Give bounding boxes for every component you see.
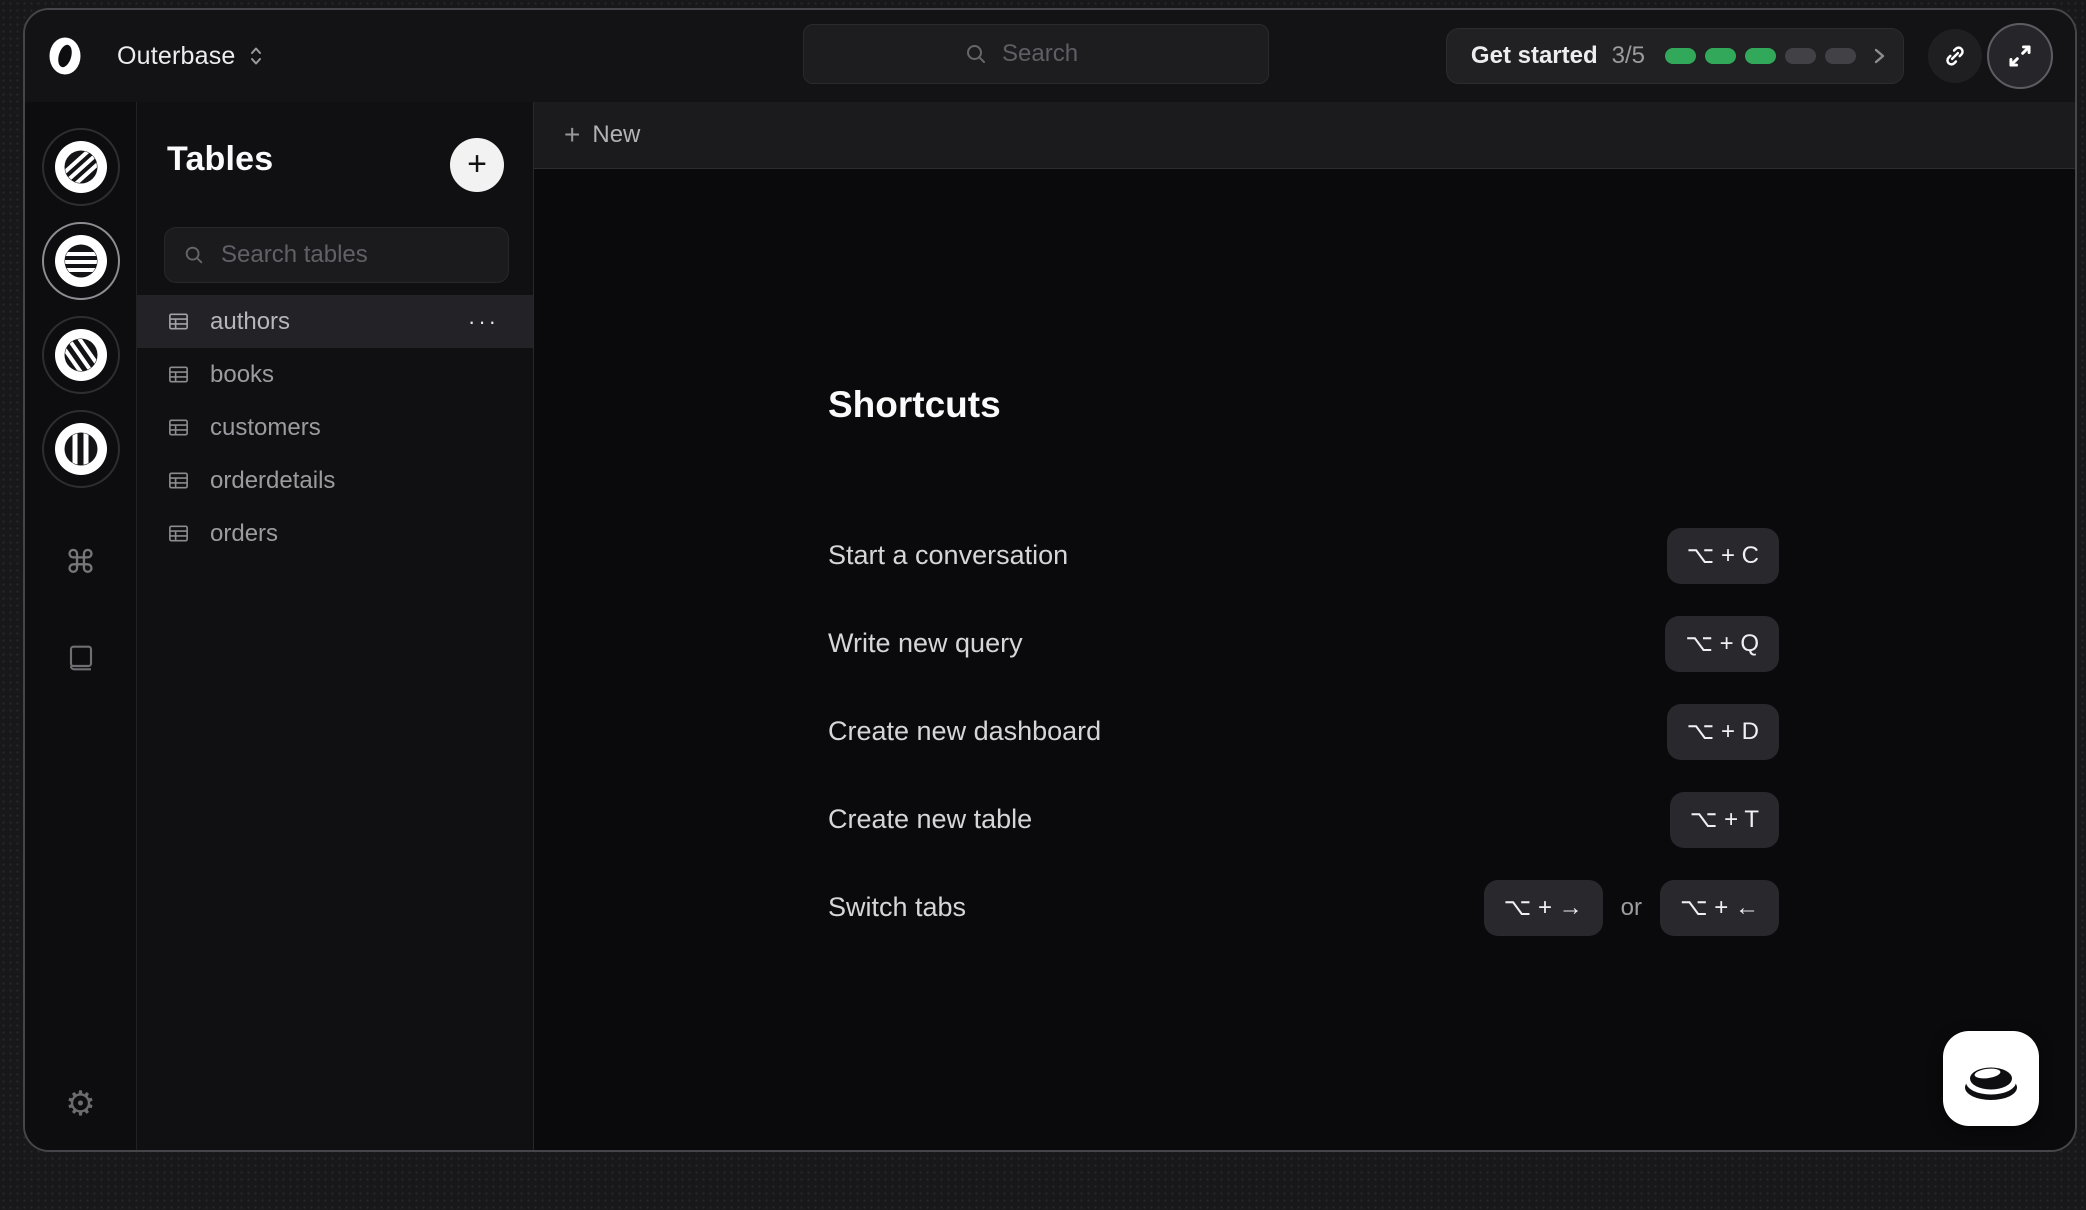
chevron-right-icon	[1872, 45, 1887, 67]
shortcut-row: Create new dashboard ⌥ + D	[828, 703, 1779, 760]
main-area: + New Shortcuts Start a conversation ⌥ +…	[534, 102, 2075, 1150]
get-started-progress-count: 3/5	[1612, 42, 1645, 70]
plus-icon: +	[564, 121, 580, 149]
outerbase-logo-icon	[49, 37, 81, 75]
global-search-input[interactable]	[1000, 39, 1108, 69]
progress-pill	[1785, 48, 1816, 64]
progress-pill	[1665, 48, 1696, 64]
global-search[interactable]	[803, 24, 1269, 84]
shortcut-label: Write new query	[828, 628, 1023, 659]
ai-button-icon	[1959, 1047, 2023, 1111]
base-icon-4[interactable]	[42, 410, 120, 488]
kbd-badge: ⌥ + →	[1484, 880, 1603, 936]
settings-button[interactable]: ⚙	[57, 1084, 105, 1124]
workspace-selector[interactable]: Outerbase	[109, 36, 272, 77]
get-started-button[interactable]: Get started 3/5	[1446, 28, 1904, 84]
table-icon	[167, 310, 190, 333]
progress-pill	[1705, 48, 1736, 64]
app-body: ⌘ ⚙ Tables +	[25, 102, 2075, 1150]
add-table-button[interactable]: +	[450, 138, 504, 192]
tables-sidebar: Tables + authors ···	[137, 102, 534, 1150]
ai-assistant-button[interactable]	[1943, 1031, 2039, 1126]
base-icon-2-active[interactable]	[42, 222, 120, 300]
table-icon	[167, 416, 190, 439]
tables-search[interactable]	[164, 227, 509, 283]
shortcut-row: Create new table ⌥ + T	[828, 791, 1779, 848]
table-label: orders	[210, 520, 278, 548]
table-item-customers[interactable]: customers	[137, 401, 533, 454]
app-window: Outerbase Get started 3/5	[23, 8, 2077, 1152]
kbd-badge: ⌥ + D	[1667, 704, 1779, 760]
progress-pills	[1665, 48, 1856, 64]
table-item-orders[interactable]: orders	[137, 507, 533, 560]
shortcuts-rows: Start a conversation ⌥ + C Write new que…	[828, 527, 1779, 967]
shortcut-label: Create new dashboard	[828, 716, 1101, 747]
book-icon	[65, 642, 97, 674]
chevron-updown-icon	[248, 44, 264, 68]
table-label: authors	[210, 308, 290, 336]
kbd-badge: ⌥ + C	[1667, 528, 1779, 584]
plus-icon: +	[467, 147, 487, 181]
workspace-name: Outerbase	[117, 42, 236, 71]
get-started-label: Get started	[1471, 42, 1598, 70]
table-item-authors[interactable]: authors ···	[137, 295, 533, 348]
or-separator: or	[1621, 894, 1642, 922]
kbd-badge: ⌥ + Q	[1665, 616, 1779, 672]
docs-button[interactable]	[57, 638, 105, 678]
base-icon-1[interactable]	[42, 128, 120, 206]
base-icon-3[interactable]	[42, 316, 120, 394]
table-label: customers	[210, 414, 321, 442]
new-tab-button[interactable]: + New	[564, 121, 640, 149]
tables-search-input[interactable]	[219, 240, 490, 270]
shortcut-label: Start a conversation	[828, 540, 1068, 571]
workspace-rail: ⌘ ⚙	[25, 102, 137, 1150]
shortcut-row: Switch tabs ⌥ + → or ⌥ + ←	[828, 879, 1779, 936]
tables-list: authors ··· books customers	[137, 295, 533, 560]
share-link-button[interactable]	[1928, 29, 1982, 83]
link-icon	[1941, 42, 1969, 70]
table-icon	[167, 363, 190, 386]
table-icon	[167, 469, 190, 492]
table-item-books[interactable]: books	[137, 348, 533, 401]
shortcut-row: Start a conversation ⌥ + C	[828, 527, 1779, 584]
table-item-orderdetails[interactable]: orderdetails	[137, 454, 533, 507]
gear-icon: ⚙	[65, 1087, 95, 1121]
expand-button[interactable]	[1987, 23, 2053, 89]
search-icon	[183, 244, 205, 266]
shortcut-row: Write new query ⌥ + Q	[828, 615, 1779, 672]
progress-pill	[1825, 48, 1856, 64]
kbd-badge: ⌥ + ←	[1660, 880, 1779, 936]
command-menu-button[interactable]: ⌘	[57, 542, 105, 582]
shortcuts-title: Shortcuts	[828, 384, 1001, 426]
tab-bar: + New	[534, 102, 2075, 169]
topbar: Outerbase Get started 3/5	[25, 10, 2075, 102]
shortcut-label: Switch tabs	[828, 892, 966, 923]
table-label: books	[210, 361, 274, 389]
new-tab-label: New	[592, 121, 640, 149]
search-icon	[964, 42, 988, 66]
shortcut-label: Create new table	[828, 804, 1032, 835]
progress-pill	[1745, 48, 1776, 64]
expand-arrows-icon	[2004, 40, 2036, 72]
table-more-button[interactable]: ···	[462, 295, 505, 348]
table-icon	[167, 522, 190, 545]
topbar-right-cluster: Get started 3/5	[1446, 10, 2053, 102]
table-label: orderdetails	[210, 467, 335, 495]
sidebar-title: Tables	[167, 140, 273, 179]
command-icon: ⌘	[65, 546, 97, 578]
kbd-badge: ⌥ + T	[1670, 792, 1779, 848]
